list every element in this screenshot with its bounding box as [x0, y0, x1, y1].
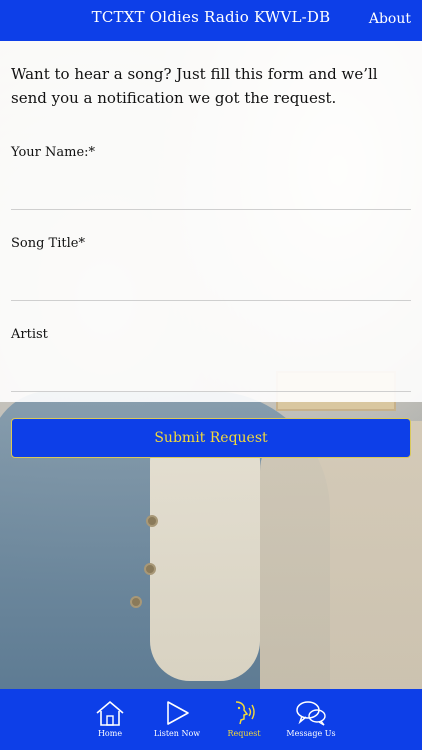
- tab-listen-label: Listen Now: [153, 729, 201, 738]
- song-title-label: Song Title*: [11, 236, 85, 251]
- form-intro: Want to hear a song? Just fill this form…: [11, 65, 378, 107]
- photo-collar: [150, 421, 260, 681]
- chat-icon: [296, 701, 326, 726]
- artist-label: Artist: [11, 327, 48, 342]
- tab-request[interactable]: Request: [211, 689, 277, 750]
- app-title: TCTXT Oldies Radio KWVL-DB: [91, 8, 331, 26]
- photo-sleeve: [260, 421, 422, 689]
- tab-listen-now[interactable]: Listen Now: [144, 689, 210, 750]
- about-link[interactable]: About: [369, 11, 411, 27]
- tab-home-label: Home: [97, 729, 123, 738]
- app-header: TCTXT Oldies Radio KWVL-DB About: [0, 0, 422, 41]
- tab-message-label: Message Us: [286, 729, 336, 738]
- photo-button: [144, 563, 156, 575]
- tab-request-label: Request: [227, 729, 261, 738]
- home-icon: [96, 700, 124, 726]
- artist-input[interactable]: [11, 358, 411, 392]
- photo-button: [146, 515, 158, 527]
- tab-message-us[interactable]: Message Us: [278, 689, 344, 750]
- bottom-tab-bar: Home Listen Now Request Message Us: [0, 689, 422, 750]
- request-icon: [235, 701, 255, 725]
- play-icon: [167, 701, 189, 725]
- photo-button: [130, 596, 142, 608]
- song-title-input[interactable]: [11, 267, 411, 301]
- name-input[interactable]: [11, 176, 411, 210]
- name-label: Your Name:*: [11, 145, 96, 160]
- tab-home[interactable]: Home: [77, 689, 143, 750]
- submit-request-button[interactable]: Submit Request: [11, 418, 411, 458]
